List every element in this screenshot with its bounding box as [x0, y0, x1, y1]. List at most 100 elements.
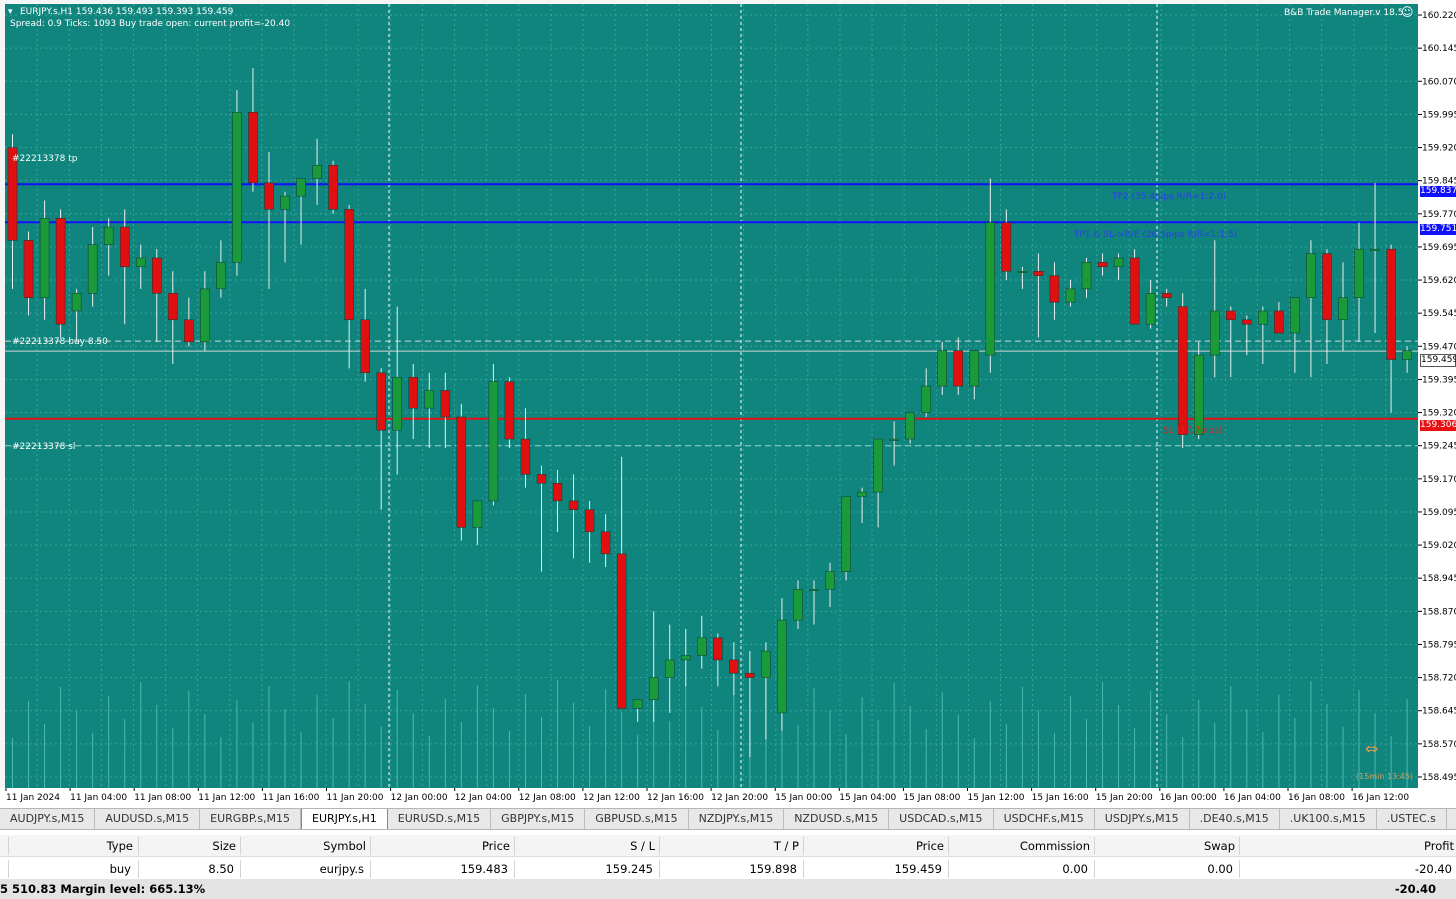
price-axis-label: 159.470 [1422, 342, 1456, 352]
column-header[interactable]: Price [482, 839, 510, 853]
candle-bull [392, 376, 402, 431]
candle-bear [119, 226, 130, 268]
tp1-annotation: TP1 & SL->B/E (26.5pips R/R=1:1.5) [1074, 230, 1238, 240]
trade-cell: buy [109, 862, 131, 876]
trade-cell: 8.50 [208, 862, 234, 876]
chart-tab-10[interactable]: USDCHF.s,M15 [993, 809, 1095, 829]
trade-cell: 159.483 [460, 862, 508, 876]
chart-spread-info: Spread: 0.9 Ticks: 1093 Buy trade open: … [10, 19, 291, 29]
chart-tab-4[interactable]: EURUSD.s,M15 [387, 809, 492, 829]
column-header[interactable]: Profit [1424, 839, 1454, 853]
column-separator [8, 860, 9, 878]
chart-tab-3[interactable]: EURJPY.s,H1 [301, 809, 388, 829]
candle-bear [1097, 262, 1108, 268]
time-axis-label: 15 Jan 12:00 [968, 793, 1025, 803]
column-header[interactable]: Size [212, 839, 236, 853]
price-axis-label: 159.695 [1422, 243, 1456, 253]
column-header[interactable]: Commission [1020, 839, 1090, 853]
price-axis-label: 160.070 [1422, 77, 1456, 87]
price-axis-label: 160.220 [1422, 11, 1456, 21]
time-axis-label: 12 Jan 08:00 [519, 793, 576, 803]
price-axis-background [1418, 0, 1456, 808]
candle-bull [1193, 354, 1204, 435]
price-axis-label: 159.095 [1422, 508, 1456, 518]
column-header[interactable]: Type [107, 839, 133, 853]
time-axis-label: 12 Jan 12:00 [583, 793, 640, 803]
chart-tab-14[interactable]: .USTEC.s [1376, 809, 1447, 829]
trade-cell: 0.00 [1062, 862, 1088, 876]
column-separator [240, 837, 241, 855]
chart-menu-icon[interactable]: ▾ [8, 7, 13, 18]
chart-tab-0[interactable]: AUDJPY.s,M15 [0, 809, 96, 829]
column-separator [138, 860, 139, 878]
time-axis-label: 12 Jan 20:00 [711, 793, 768, 803]
price-axis-label: 159.395 [1422, 375, 1456, 385]
candle-bear [328, 164, 338, 210]
chart-tab-11[interactable]: USDJPY.s,M15 [1094, 809, 1190, 829]
candle-bull [1306, 253, 1316, 298]
column-separator [370, 860, 371, 878]
candle-bull [1113, 257, 1124, 268]
candle-bull [280, 195, 290, 210]
chart-tab-5[interactable]: GBPJPY.s,M15 [491, 809, 586, 829]
candle-bear [536, 474, 547, 484]
candle-bear [264, 182, 274, 210]
candle-bull [296, 178, 306, 197]
time-axis-label: 12 Jan 04:00 [455, 793, 512, 803]
candle-bear [360, 319, 370, 374]
chart-tab-6[interactable]: GBPUSD.s,M15 [585, 809, 689, 829]
chart-tab-1[interactable]: AUDUSD.s,M15 [95, 809, 201, 829]
column-header[interactable]: T / P [774, 839, 799, 853]
price-axis-label: 159.245 [1422, 442, 1456, 452]
candle-bear [408, 376, 418, 409]
chart-tab-12[interactable]: .DE40.s,M15 [1189, 809, 1280, 829]
chart-tab-9[interactable]: USDCAD.s,M15 [889, 809, 994, 829]
chart-tab-8[interactable]: NZDUSD.s,M15 [784, 809, 890, 829]
time-axis-label: 15 Jan 16:00 [1032, 793, 1089, 803]
timer-arrows-icon: ⇔ [1365, 739, 1379, 758]
price-axis-label: 160.145 [1422, 44, 1456, 54]
mt4-window: 160.220 160.145 160.070 159.995 159.920 159.8… [0, 0, 1456, 899]
chart-canvas[interactable]: 160.220 160.145 160.070 159.995 159.920 159.8… [0, 0, 1456, 808]
trade-cell: 159.459 [894, 862, 942, 876]
price-axis-label: 159.770 [1422, 210, 1456, 220]
candle-bull [424, 390, 435, 409]
price-axis-label: 158.570 [1422, 740, 1456, 750]
candle-bull [985, 222, 996, 356]
candle-bear [504, 381, 515, 440]
candle-bear [713, 637, 723, 661]
candle-bull [937, 350, 947, 387]
candle-bear [184, 319, 194, 343]
candle-bear [376, 372, 386, 431]
column-header[interactable]: Swap [1204, 839, 1235, 853]
trade-row[interactable]: buy 8.50 eurjpy.s 159.483 159.245 159.898 159.… [0, 858, 1456, 880]
sl-annotation: SL (17.7pips) [1163, 426, 1223, 436]
chart-tab-13[interactable]: .UK100.s,M15 [1279, 809, 1377, 829]
candle-bull [1017, 270, 1028, 273]
candle-bull [697, 637, 707, 656]
candle-bear [953, 350, 964, 387]
column-header[interactable]: S / L [630, 839, 655, 853]
column-separator [659, 860, 660, 878]
chart-tab-7[interactable]: NZDJPY.s,M15 [688, 809, 785, 829]
column-separator [1239, 860, 1240, 878]
time-axis-label: 16 Jan 12:00 [1352, 793, 1409, 803]
candle-bull [1145, 293, 1156, 325]
candle-bull [1290, 297, 1300, 334]
candle-bear [552, 482, 563, 502]
column-header[interactable]: Price [916, 839, 944, 853]
candle-bull [472, 500, 483, 528]
candle-bull [1402, 350, 1412, 360]
ea-smiley-icon[interactable]: ☺ [1401, 6, 1414, 18]
trade-cell: 0.00 [1207, 862, 1233, 876]
candle-bull [103, 226, 114, 245]
chart-tab-2[interactable]: EURGBP.s,M15 [200, 809, 302, 829]
candle-bear [1049, 275, 1060, 303]
column-header[interactable]: Symbol [323, 839, 366, 853]
terminal-header: Type Size Symbol Price S / L T / P Price Commis… [0, 835, 1456, 857]
candle-bear [55, 217, 66, 325]
price-axis-label: 159.170 [1422, 475, 1456, 485]
price-chart[interactable]: 160.220 160.145 160.070 159.995 159.920 159.8… [0, 0, 1456, 808]
candle-bull [681, 655, 691, 661]
candle-bull [232, 111, 242, 263]
